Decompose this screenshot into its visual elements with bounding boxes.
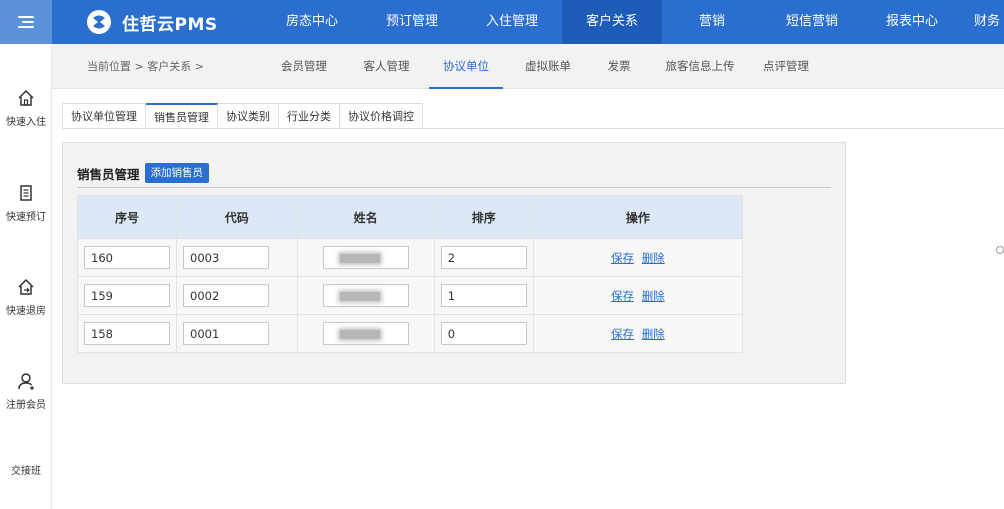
nav-item-marketing[interactable]: 营销 xyxy=(662,0,762,44)
sub-nav: 会员管理 客人管理 协议单位 虚拟账单 发票 旅客信息上传 点评管理 xyxy=(264,44,817,89)
delete-link[interactable]: 删除 xyxy=(642,251,665,265)
column-header-name[interactable]: 姓名 xyxy=(296,195,435,239)
sidebar-label: 快速入住 xyxy=(6,117,46,128)
sidebar-label: 快速预订 xyxy=(6,212,46,223)
subnav-guest-management[interactable]: 客人管理 xyxy=(344,44,429,89)
name-field-redacted[interactable] xyxy=(322,284,409,307)
code-cell xyxy=(176,238,298,277)
actions-cell: 保存 删除 xyxy=(532,276,744,315)
column-header-sort[interactable]: 排序 xyxy=(433,195,534,239)
tab-bar: 协议单位管理 销售员管理 协议类别 行业分类 协议价格调控 xyxy=(62,103,423,129)
quick-checkin-button[interactable]: 快速入住 xyxy=(0,88,52,128)
id-cell xyxy=(77,238,177,277)
sort-field[interactable] xyxy=(440,322,527,345)
save-link[interactable]: 保存 xyxy=(611,251,634,265)
tab-agreement-price-control[interactable]: 协议价格调控 xyxy=(340,103,423,129)
quick-action-sidebar: 快速入住 快速预订 快速退房 注册会员 交接班 xyxy=(0,44,52,509)
subnav-agreement-units[interactable]: 协议单位 xyxy=(429,44,503,89)
actions-cell: 保存 删除 xyxy=(532,238,744,277)
code-field[interactable] xyxy=(183,246,269,269)
nav-item-reservations[interactable]: 预订管理 xyxy=(362,0,462,44)
breadcrumb-bar: 当前位置 > 客户关系 > 会员管理 客人管理 协议单位 虚拟账单 发票 旅客信… xyxy=(52,44,1004,89)
sidebar-label: 注册会员 xyxy=(6,400,46,411)
menu-toggle-button[interactable] xyxy=(0,0,52,44)
column-header-id[interactable]: 序号 xyxy=(77,195,177,239)
delete-link[interactable]: 删除 xyxy=(642,327,665,341)
name-cell xyxy=(296,276,435,315)
home-icon xyxy=(18,89,34,106)
code-field[interactable] xyxy=(183,322,269,345)
sidebar-label: 快速退房 xyxy=(6,306,46,317)
subnav-guest-info-upload[interactable]: 旅客信息上传 xyxy=(645,44,755,89)
code-cell xyxy=(176,276,298,315)
menu-icon xyxy=(18,16,34,28)
scroll-indicator xyxy=(996,246,1004,254)
id-field[interactable] xyxy=(84,246,170,269)
nav-item-customer-relations[interactable]: 客户关系 xyxy=(562,0,662,44)
sort-field[interactable] xyxy=(440,284,527,307)
quick-checkout-button[interactable]: 快速退房 xyxy=(0,277,52,317)
add-user-icon xyxy=(18,373,34,390)
save-link[interactable]: 保存 xyxy=(611,327,634,341)
actions-cell: 保存 删除 xyxy=(532,314,744,353)
nav-item-checkin[interactable]: 入住管理 xyxy=(462,0,562,44)
salesperson-panel: 销售员管理 添加销售员 序号 代码 姓名 排序 操作 保存 删除 xyxy=(62,142,846,384)
table-row: 保存 删除 xyxy=(77,276,744,315)
app-logo[interactable]: 住哲云PMS xyxy=(86,8,218,36)
tab-agreement-categories[interactable]: 协议类别 xyxy=(218,103,279,129)
document-icon xyxy=(20,185,32,201)
name-field-redacted[interactable] xyxy=(322,246,409,269)
tab-industry-categories[interactable]: 行业分类 xyxy=(279,103,340,129)
sidebar-label: 交接班 xyxy=(11,466,41,477)
nav-item-finance[interactable]: 财务 xyxy=(962,0,1004,44)
sort-field[interactable] xyxy=(440,246,527,269)
sort-cell xyxy=(433,314,534,353)
name-cell xyxy=(296,238,435,277)
shift-handover-button[interactable]: 交接班 xyxy=(0,462,52,477)
id-cell xyxy=(77,314,177,353)
sort-cell xyxy=(433,238,534,277)
name-field-redacted[interactable] xyxy=(322,322,409,345)
code-field[interactable] xyxy=(183,284,269,307)
table-row: 保存 删除 xyxy=(77,314,744,353)
tabs-divider xyxy=(62,128,1004,129)
add-salesperson-button[interactable]: 添加销售员 xyxy=(144,163,210,183)
checkout-icon xyxy=(18,278,34,295)
subnav-reviews[interactable]: 点评管理 xyxy=(755,44,817,89)
name-cell xyxy=(296,314,435,353)
nav-item-sms-marketing[interactable]: 短信营销 xyxy=(762,0,862,44)
tab-salesperson-management[interactable]: 销售员管理 xyxy=(146,103,218,129)
panel-divider xyxy=(77,187,831,188)
nav-item-reports[interactable]: 报表中心 xyxy=(862,0,962,44)
subnav-member-management[interactable]: 会员管理 xyxy=(264,44,344,89)
breadcrumb: 当前位置 > 客户关系 > xyxy=(87,60,204,73)
top-navbar: 住哲云PMS 房态中心 预订管理 入住管理 客户关系 营销 短信营销 报表中心 … xyxy=(0,0,1004,44)
panel-title: 销售员管理 xyxy=(77,166,140,182)
id-cell xyxy=(77,276,177,315)
tab-agreement-unit-management[interactable]: 协议单位管理 xyxy=(62,103,146,129)
save-link[interactable]: 保存 xyxy=(611,289,634,303)
register-member-button[interactable]: 注册会员 xyxy=(0,371,52,411)
table-row: 保存 删除 xyxy=(77,238,744,277)
sort-cell xyxy=(433,276,534,315)
column-header-actions: 操作 xyxy=(532,195,744,239)
logo-text: 住哲云PMS xyxy=(122,14,218,35)
subnav-invoices[interactable]: 发票 xyxy=(593,44,645,89)
code-cell xyxy=(176,314,298,353)
subnav-virtual-bills[interactable]: 虚拟账单 xyxy=(503,44,593,89)
id-field[interactable] xyxy=(84,322,170,345)
main-nav: 房态中心 预订管理 入住管理 客户关系 营销 短信营销 报表中心 财务 xyxy=(262,0,1004,44)
id-field[interactable] xyxy=(84,284,170,307)
logo-icon xyxy=(87,10,111,34)
nav-item-room-status[interactable]: 房态中心 xyxy=(262,0,362,44)
table-header-row: 序号 代码 姓名 排序 操作 xyxy=(77,195,744,239)
panel-header: 销售员管理 添加销售员 xyxy=(77,163,210,183)
delete-link[interactable]: 删除 xyxy=(642,289,665,303)
salesperson-table: 序号 代码 姓名 排序 操作 保存 删除 保存 删除 xyxy=(77,195,744,353)
column-header-code[interactable]: 代码 xyxy=(176,195,298,239)
quick-booking-button[interactable]: 快速预订 xyxy=(0,183,52,223)
